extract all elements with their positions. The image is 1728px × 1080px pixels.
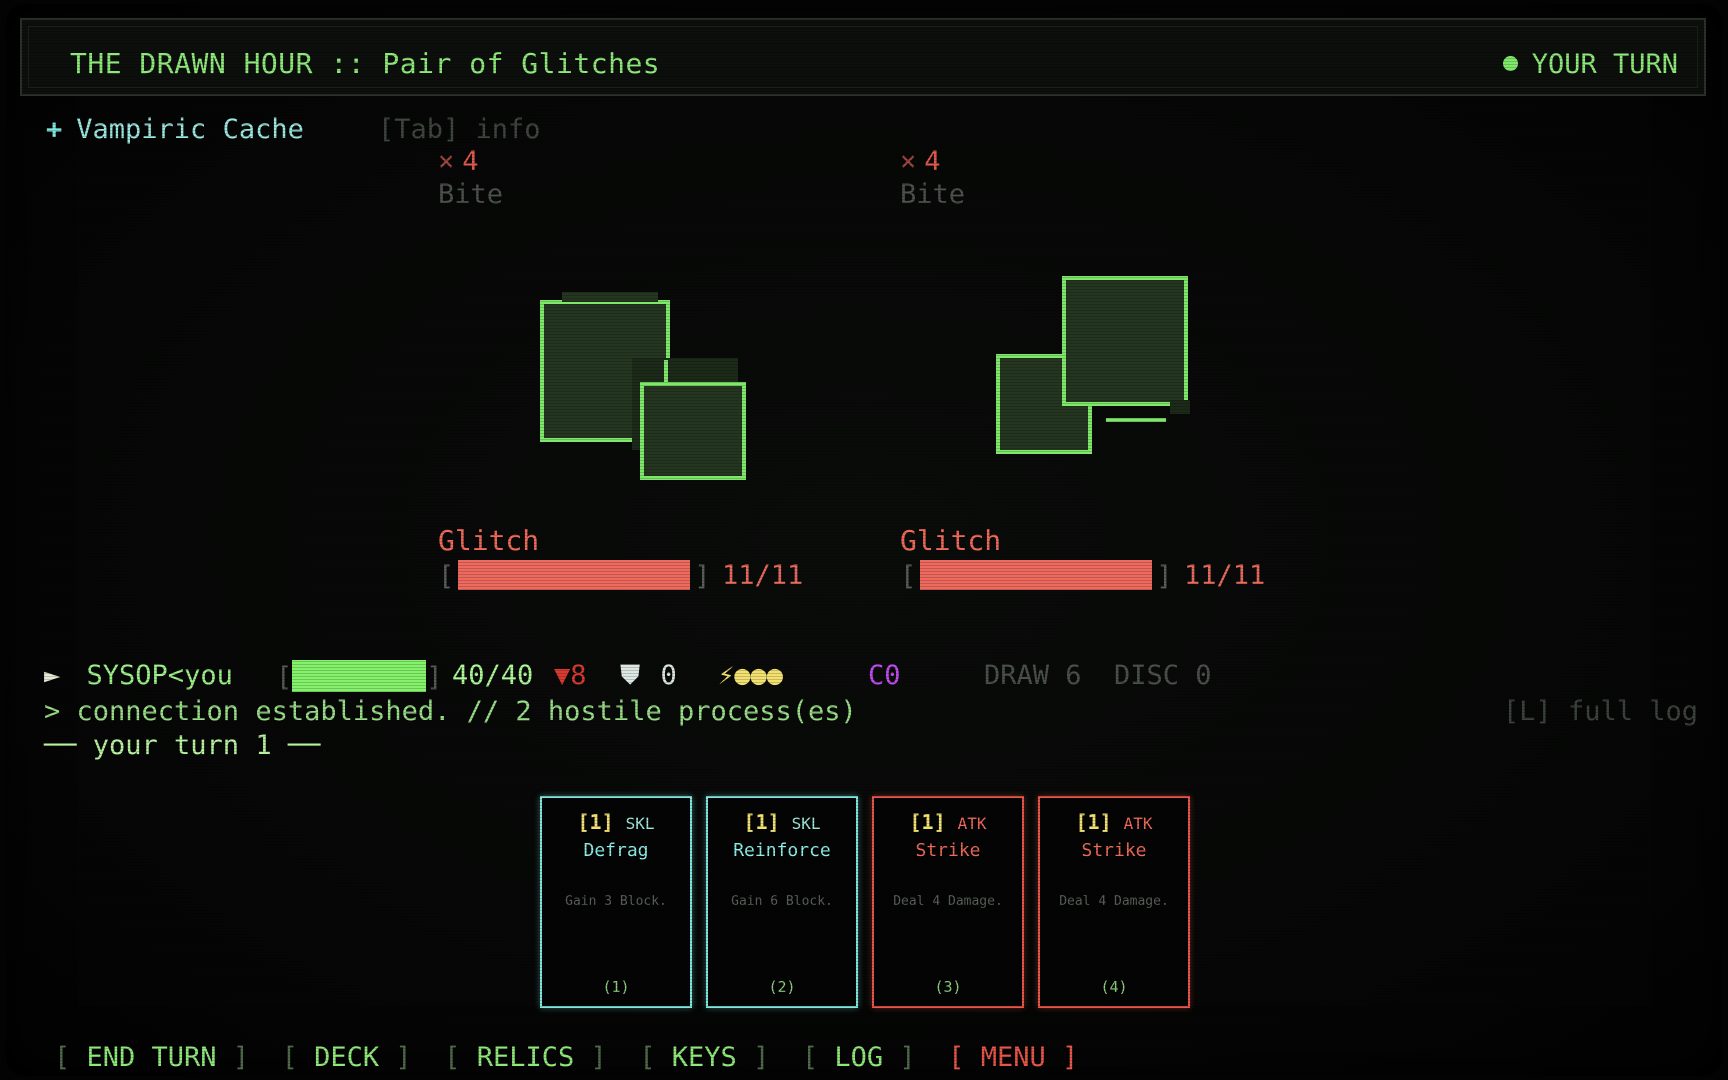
- enemy-hp-bar-2: []: [900, 560, 1173, 592]
- enemy-hp-fill-1: [458, 560, 691, 590]
- intent-line: ⨯ 4: [438, 146, 838, 177]
- card-description: Deal 4 Damage.: [1059, 894, 1169, 909]
- enemy-sprite-1[interactable]: [534, 286, 774, 486]
- card-description: Deal 4 Damage.: [893, 894, 1003, 909]
- player-hp-fill: [292, 660, 427, 692]
- enemy-hp-bar-1: []: [438, 560, 711, 592]
- card-name: Strike: [915, 840, 981, 861]
- card-hotkey: (1): [602, 978, 630, 996]
- intent-value: 4: [462, 146, 479, 177]
- card-cost: [1]: [1075, 810, 1112, 834]
- card-cost: [1]: [577, 810, 614, 834]
- card-type: SKL: [791, 814, 821, 833]
- enemy-hp-text-2: 11/11: [1184, 560, 1266, 591]
- intent-line: ⨯ 4: [900, 146, 1300, 177]
- c-counter: C0: [868, 660, 901, 691]
- game-screen: THE DRAWN HOUR :: Pair of Glitches YOUR …: [6, 4, 1722, 1076]
- end-turn-button[interactable]: END TURN: [87, 1042, 217, 1073]
- card-hotkey: (4): [1100, 978, 1128, 996]
- menu-button[interactable]: MENU: [981, 1042, 1046, 1073]
- intent-name: Bite: [438, 179, 504, 210]
- hand-card-1[interactable]: [1] SKL Defrag Gain 3 Block. (1): [540, 796, 692, 1008]
- player-hp-bar: []: [276, 660, 443, 693]
- enemy-intent-2: ⨯ 4 Bite: [900, 146, 1300, 210]
- relic-name: Vampiric Cache: [76, 114, 304, 145]
- attack-intent-icon: ⨯: [438, 146, 455, 177]
- player-status-row: ► SYSOP<you: [44, 660, 233, 691]
- card-type: SKL: [625, 814, 655, 833]
- hand-card-3[interactable]: [1] ATK Strike Deal 4 Damage. (3): [872, 796, 1024, 1008]
- title-bar: THE DRAWN HOUR :: Pair of Glitches YOUR …: [20, 18, 1706, 96]
- player-name: SYSOP<you: [86, 660, 233, 691]
- card-hotkey: (2): [768, 978, 796, 996]
- relic-plus-icon: +: [46, 114, 63, 145]
- relics-button[interactable]: RELICS: [477, 1042, 575, 1073]
- card-cost: [1]: [909, 810, 946, 834]
- page-title: THE DRAWN HOUR :: Pair of Glitches: [70, 47, 661, 80]
- enemy-hp-text-1: 11/11: [722, 560, 804, 591]
- card-description: Gain 6 Block.: [731, 894, 833, 909]
- intent-value: 4: [924, 146, 941, 177]
- full-log-hint[interactable]: [L] full log: [1503, 696, 1698, 727]
- card-name: Strike: [1081, 840, 1147, 861]
- enemy-intent-1: ⨯ 4 Bite: [438, 146, 838, 210]
- keys-button[interactable]: KEYS: [672, 1042, 737, 1073]
- card-cost: [1]: [743, 810, 780, 834]
- relic-item[interactable]: + Vampiric Cache: [46, 114, 304, 145]
- card-type: ATK: [957, 814, 987, 833]
- player-hp-text: 40/40: [452, 660, 534, 691]
- deck-button[interactable]: DECK: [314, 1042, 379, 1073]
- player-block: ⛊ 0: [620, 660, 677, 692]
- card-name: Defrag: [583, 840, 649, 861]
- enemy-name-2: Glitch: [900, 524, 1002, 557]
- hand-card-4[interactable]: [1] ATK Strike Deal 4 Damage. (4): [1038, 796, 1190, 1008]
- card-hotkey: (3): [934, 978, 962, 996]
- combat-log-line: > connection established. // 2 hostile p…: [44, 696, 857, 727]
- card-name: Reinforce: [733, 840, 831, 861]
- attack-intent-icon: ⨯: [900, 146, 917, 177]
- shield-icon: ⛊: [620, 660, 641, 691]
- card-type: ATK: [1123, 814, 1153, 833]
- energy-display: ⚡●●●: [718, 660, 784, 691]
- status-dot-icon: [1502, 56, 1518, 71]
- enemy-sprite-2[interactable]: [986, 268, 1226, 468]
- enemy-hp-fill-2: [920, 560, 1153, 590]
- card-description: Gain 3 Block.: [565, 894, 667, 909]
- relic-info-hint: [Tab] info: [378, 114, 541, 145]
- bottom-menu: [ END TURN ] [ DECK ] [ RELICS ] [ KEYS …: [54, 1042, 1079, 1073]
- player-cursor-icon: ►: [44, 660, 61, 691]
- turn-indicator: YOUR TURN: [1502, 49, 1678, 80]
- turn-banner: ── your turn 1 ──: [44, 730, 321, 761]
- discard-pile-count[interactable]: DISC 0: [1114, 660, 1212, 691]
- draw-pile-count[interactable]: DRAW 6: [984, 660, 1082, 691]
- player-buff: ▼8: [554, 660, 587, 691]
- block-value: 0: [660, 660, 677, 691]
- log-button[interactable]: LOG: [834, 1042, 883, 1073]
- hand-card-2[interactable]: [1] SKL Reinforce Gain 6 Block. (2): [706, 796, 858, 1008]
- turn-status-label: YOUR TURN: [1531, 49, 1678, 80]
- enemy-name-1: Glitch: [438, 524, 540, 557]
- scanline-overlay: [6, 4, 1722, 1076]
- intent-name: Bite: [900, 179, 966, 210]
